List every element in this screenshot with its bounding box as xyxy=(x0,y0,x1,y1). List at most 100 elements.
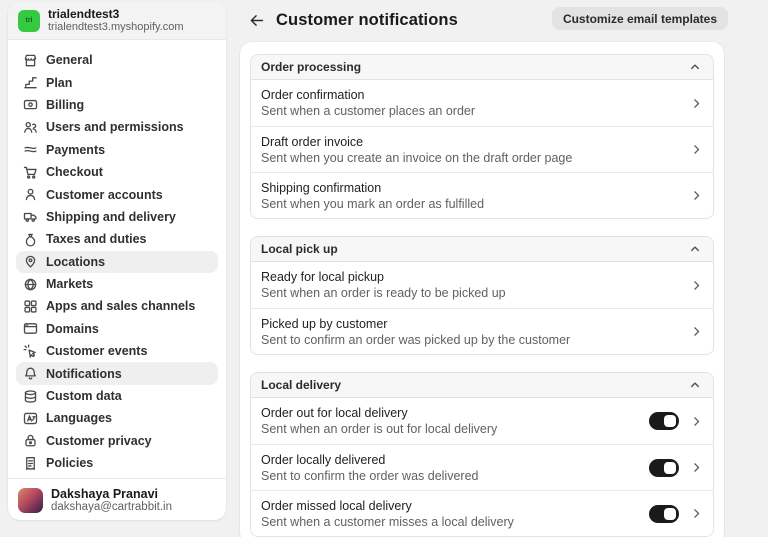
row-subtitle: Sent when an order is out for local deli… xyxy=(261,422,497,436)
notification-row-order-missed-local-delivery[interactable]: Order missed local deliverySent when a c… xyxy=(251,490,713,536)
sidebar-item-languages[interactable]: Languages xyxy=(16,407,218,429)
toggle-on[interactable] xyxy=(649,412,679,430)
store-icon xyxy=(23,53,38,68)
sidebar-item-users-and-permissions[interactable]: Users and permissions xyxy=(16,116,218,138)
sidebar-item-label: Notifications xyxy=(46,367,122,381)
row-title: Order out for local delivery xyxy=(261,406,497,420)
truck-icon xyxy=(23,209,38,224)
sidebar-item-payments[interactable]: Payments xyxy=(16,139,218,161)
store-info: trialendtest3 trialendtest3.myshopify.co… xyxy=(48,8,184,33)
chevron-right-icon xyxy=(690,143,703,156)
sidebar-item-label: Shipping and delivery xyxy=(46,210,176,224)
toggle-on[interactable] xyxy=(649,505,679,523)
notification-row-order-out-for-local-delivery[interactable]: Order out for local delivery Sent when an… xyxy=(251,398,713,444)
row-text: Order out for local delivery Sent when an… xyxy=(261,406,497,436)
settings-sidebar: tri trialendtest3 trialendtest3.myshopif… xyxy=(8,2,226,520)
row-subtitle: Sent to confirm an order was picked up b… xyxy=(261,333,570,347)
sidebar-item-label: Plan xyxy=(46,76,72,90)
notification-row-draft-order-invoice[interactable]: Draft order invoiceSent when you create … xyxy=(251,126,713,172)
sidebar-item-general[interactable]: General xyxy=(16,49,218,71)
row-title: Order locally delivered xyxy=(261,453,478,467)
notification-row-order-confirmation[interactable]: Order confirmationSent when a customer p… xyxy=(251,80,713,126)
cart-icon xyxy=(23,165,38,180)
sidebar-item-label: Billing xyxy=(46,98,84,112)
page-header: Customer notifications xyxy=(246,8,458,32)
row-controls xyxy=(690,279,703,292)
notification-row-shipping-confirmation[interactable]: Shipping confirmationSent when you mark … xyxy=(251,172,713,218)
payments-icon xyxy=(23,142,38,157)
row-subtitle: Sent when a customer misses a local deli… xyxy=(261,515,514,529)
section-title: Local pick up xyxy=(261,242,338,256)
sidebar-item-shipping-and-delivery[interactable]: Shipping and delivery xyxy=(16,206,218,228)
sidebar-item-customer-events[interactable]: Customer events xyxy=(16,340,218,362)
chevron-up-icon[interactable] xyxy=(687,241,703,257)
chevron-right-icon xyxy=(690,415,703,428)
chevron-right-icon xyxy=(690,325,703,338)
store-header[interactable]: tri trialendtest3 trialendtest3.myshopif… xyxy=(8,2,226,40)
document-icon xyxy=(23,456,38,471)
row-text: Shipping confirmationSent when you mark … xyxy=(261,181,484,211)
user-account-item[interactable]: Dakshaya Pranavi dakshaya@cartrabbit.in xyxy=(8,478,226,520)
sidebar-item-apps-and-sales-channels[interactable]: Apps and sales channels xyxy=(16,295,218,317)
sidebar-item-policies[interactable]: Policies xyxy=(16,452,218,474)
sidebar-item-checkout[interactable]: Checkout xyxy=(16,161,218,183)
sidebar-item-domains[interactable]: Domains xyxy=(16,318,218,340)
sidebar-item-label: Policies xyxy=(46,456,93,470)
row-text: Picked up by customerSent to confirm an … xyxy=(261,317,570,347)
sidebar-item-label: Languages xyxy=(46,411,112,425)
sidebar-item-notifications[interactable]: Notifications xyxy=(16,362,218,384)
row-title: Shipping confirmation xyxy=(261,181,484,195)
customize-email-templates-button[interactable]: Customize email templates xyxy=(552,7,728,30)
user-info: Dakshaya Pranavi dakshaya@cartrabbit.in xyxy=(51,487,172,514)
sidebar-item-taxes-and-duties[interactable]: Taxes and duties xyxy=(16,228,218,250)
arrow-left-icon xyxy=(248,12,265,29)
lock-icon xyxy=(23,433,38,448)
sidebar-item-label: Customer events xyxy=(46,344,147,358)
section-order-processing: Order processing Order confirmationSent w… xyxy=(250,54,714,219)
sidebar-nav: GeneralPlanBillingUsers and permissionsP… xyxy=(8,40,226,478)
chevron-up-icon[interactable] xyxy=(687,59,703,75)
notification-sections: Order processing Order confirmationSent w… xyxy=(250,54,714,537)
sidebar-item-label: Taxes and duties xyxy=(46,232,147,246)
toggle-on[interactable] xyxy=(649,459,679,477)
sidebar-item-plan[interactable]: Plan xyxy=(16,71,218,93)
sidebar-item-label: General xyxy=(46,53,93,67)
section-title: Local delivery xyxy=(261,378,341,392)
notification-row-picked-up-by-customer[interactable]: Picked up by customerSent to confirm an … xyxy=(251,308,713,354)
row-subtitle: Sent when a customer places an order xyxy=(261,104,475,118)
billing-card-icon xyxy=(23,97,38,112)
user-email: dakshaya@cartrabbit.in xyxy=(51,501,172,514)
sidebar-item-customer-accounts[interactable]: Customer accounts xyxy=(16,183,218,205)
sidebar-item-billing[interactable]: Billing xyxy=(16,94,218,116)
money-bag-icon xyxy=(23,232,38,247)
row-controls xyxy=(649,505,703,523)
sidebar-item-label: Domains xyxy=(46,322,99,336)
sidebar-item-label: Customer accounts xyxy=(46,188,163,202)
sidebar-item-markets[interactable]: Markets xyxy=(16,273,218,295)
chevron-right-icon xyxy=(690,189,703,202)
row-controls xyxy=(690,143,703,156)
map-pin-icon xyxy=(23,254,38,269)
chevron-up-icon[interactable] xyxy=(687,377,703,393)
section-local-pick-up: Local pick up Ready for local pickupSent … xyxy=(250,236,714,355)
notification-row-ready-for-local-pickup[interactable]: Ready for local pickupSent when an order… xyxy=(251,262,713,308)
users-icon xyxy=(23,120,38,135)
globe-icon xyxy=(23,277,38,292)
back-button[interactable] xyxy=(246,10,266,30)
row-text: Draft order invoiceSent when you create … xyxy=(261,135,572,165)
user-name: Dakshaya Pranavi xyxy=(51,487,172,501)
row-controls xyxy=(690,325,703,338)
row-subtitle: Sent when an order is ready to be picked… xyxy=(261,286,506,300)
section-title: Order processing xyxy=(261,60,361,74)
sidebar-item-label: Customer privacy xyxy=(46,434,152,448)
sidebar-item-custom-data[interactable]: Custom data xyxy=(16,385,218,407)
sidebar-item-locations[interactable]: Locations xyxy=(16,251,218,273)
row-text: Order locally deliveredSent to confirm t… xyxy=(261,453,478,483)
sidebar-item-customer-privacy[interactable]: Customer privacy xyxy=(16,430,218,452)
row-text: Ready for local pickupSent when an order… xyxy=(261,270,506,300)
apps-grid-icon xyxy=(23,299,38,314)
notification-row-order-locally-delivered[interactable]: Order locally deliveredSent to confirm t… xyxy=(251,444,713,490)
chevron-right-icon xyxy=(690,279,703,292)
chevron-right-icon xyxy=(690,507,703,520)
store-domain: trialendtest3.myshopify.com xyxy=(48,21,184,33)
